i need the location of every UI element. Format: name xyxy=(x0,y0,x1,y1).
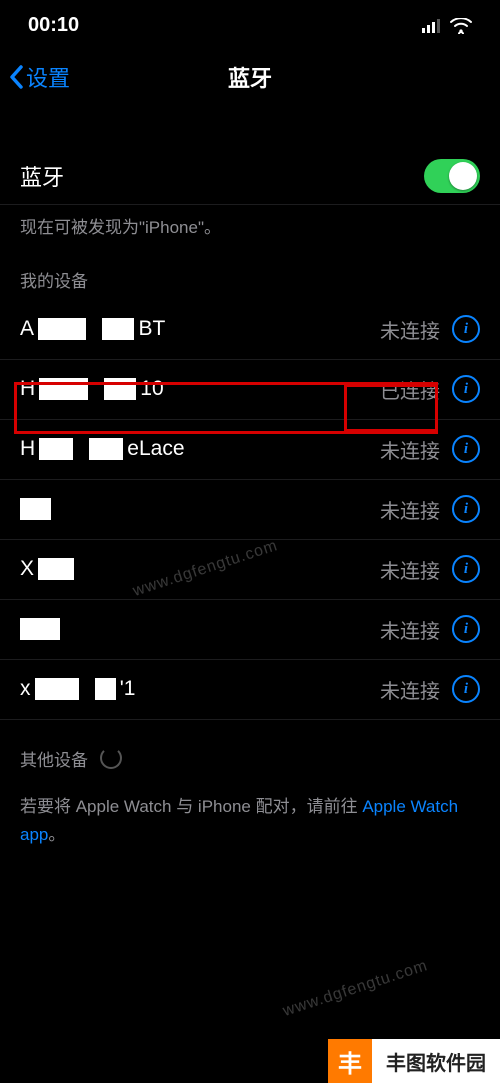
device-name: HeLace xyxy=(20,437,380,461)
nav-title: 蓝牙 xyxy=(0,61,500,93)
cellular-icon xyxy=(422,19,444,33)
back-button[interactable]: 设置 xyxy=(8,61,70,93)
bluetooth-toggle[interactable] xyxy=(424,159,480,193)
nav-header: 设置 蓝牙 xyxy=(0,45,500,109)
other-devices-header: 其他设备 xyxy=(0,720,500,779)
watermark: www.dgfengtu.com xyxy=(281,957,430,1021)
device-status: 未连接 xyxy=(380,675,440,704)
info-icon[interactable]: i xyxy=(452,435,480,463)
info-icon[interactable]: i xyxy=(452,315,480,343)
back-label: 设置 xyxy=(26,61,70,93)
device-status: 未连接 xyxy=(380,615,440,644)
device-name: A BT xyxy=(20,317,380,341)
discoverable-text: 现在可被发现为"iPhone"。 xyxy=(0,205,500,241)
chevron-left-icon xyxy=(8,65,24,89)
device-row[interactable]: H10已连接 i xyxy=(0,360,500,420)
wifi-icon xyxy=(450,18,472,34)
info-icon[interactable]: i xyxy=(452,555,480,583)
device-status: 未连接 xyxy=(380,495,440,524)
source-logo-icon: 丰 xyxy=(328,1039,372,1083)
info-icon[interactable]: i xyxy=(452,675,480,703)
info-icon[interactable]: i xyxy=(452,615,480,643)
bluetooth-toggle-row[interactable]: 蓝牙 xyxy=(0,147,500,205)
device-row[interactable]: HeLace未连接 i xyxy=(0,420,500,480)
device-status: 未连接 xyxy=(380,315,440,344)
device-name xyxy=(20,618,380,640)
my-devices-header: 我的设备 xyxy=(0,241,500,300)
info-icon[interactable]: i xyxy=(452,375,480,403)
device-row[interactable]: 未连接 i xyxy=(0,600,500,660)
device-name: H10 xyxy=(20,377,380,401)
pairing-hint: 若要将 Apple Watch 与 iPhone 配对，请前往 Apple Wa… xyxy=(0,779,500,865)
spinner-icon xyxy=(100,747,122,769)
status-bar: 00:10 xyxy=(0,0,500,45)
status-indicators xyxy=(422,18,472,34)
device-status: 已连接 xyxy=(380,375,440,404)
device-row[interactable]: 未连接 i xyxy=(0,480,500,540)
device-row[interactable]: x'1未连接 i xyxy=(0,660,500,720)
device-status: 未连接 xyxy=(380,555,440,584)
info-icon[interactable]: i xyxy=(452,495,480,523)
device-name xyxy=(20,498,380,520)
device-name: x'1 xyxy=(20,677,380,701)
device-status: 未连接 xyxy=(380,435,440,464)
source-badge: 丰 丰图软件园 xyxy=(328,1039,500,1083)
status-time: 00:10 xyxy=(28,14,79,37)
source-text: 丰图软件园 xyxy=(372,1047,500,1076)
bluetooth-label: 蓝牙 xyxy=(20,160,64,192)
device-row[interactable]: A BT未连接 i xyxy=(0,300,500,360)
